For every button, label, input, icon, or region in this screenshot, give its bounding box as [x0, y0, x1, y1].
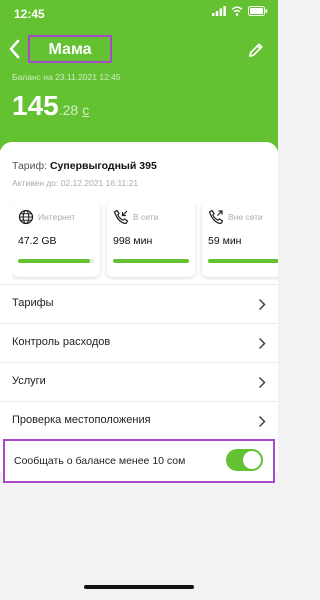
stat-label: Интернет: [38, 212, 76, 222]
usage-stats: Интернет 47.2 GB В сети 998 мин Вне сети: [12, 202, 278, 280]
balance-notify-toggle[interactable]: [226, 449, 263, 471]
chevron-right-icon: [258, 415, 266, 428]
stat-internet[interactable]: Интернет 47.2 GB: [12, 202, 100, 277]
stat-value: 998 мин: [113, 235, 153, 247]
back-icon[interactable]: [6, 38, 24, 60]
status-bar: 12:45: [0, 0, 278, 26]
progress-track: [18, 259, 94, 263]
menu-item-label: Проверка местоположения: [12, 414, 151, 426]
menu-item-expense-control[interactable]: Контроль расходов: [0, 323, 278, 362]
toggle-knob: [243, 451, 261, 469]
status-icons: [212, 6, 268, 16]
chevron-right-icon: [258, 337, 266, 350]
wifi-icon: [231, 6, 243, 16]
menu-item-label: Услуги: [12, 375, 46, 387]
stat-label: Вне сети: [228, 212, 263, 222]
globe-icon: [18, 209, 34, 225]
progress-fill: [18, 259, 91, 263]
menu-item-label: Тарифы: [12, 297, 54, 309]
phone-outgoing-icon: [208, 209, 224, 225]
tariff-line: Тариф: Супервыгодный 395: [12, 160, 157, 172]
menu-item-tariffs[interactable]: Тарифы: [0, 284, 278, 323]
title-highlight: Мама: [28, 35, 112, 63]
balance-notify-row: Сообщать о балансе менее 10 сом: [3, 439, 275, 483]
menu-list: Тарифы Контроль расходов Услуги Проверка…: [0, 284, 278, 440]
stat-value: 59 мин: [208, 235, 242, 247]
account-card: Тариф: Супервыгодный 395 Активен до: 02.…: [0, 142, 278, 472]
progress-fill: [208, 259, 278, 263]
balance-notify-label: Сообщать о балансе менее 10 сом: [14, 455, 186, 467]
menu-item-location-check[interactable]: Проверка местоположения: [0, 401, 278, 440]
progress-fill: [113, 259, 189, 263]
stat-in-network[interactable]: В сети 998 мин: [107, 202, 195, 277]
chevron-right-icon: [258, 298, 266, 311]
balance-integer: 145: [12, 90, 59, 121]
balance-amount: 145.28 с: [12, 90, 89, 122]
status-time: 12:45: [14, 7, 45, 21]
battery-icon: [248, 6, 268, 16]
balance-decimal: .28: [58, 102, 79, 118]
balance-date: Баланс на 23.11.2021 12:45: [12, 72, 121, 82]
progress-track: [208, 259, 278, 263]
balance-currency: с: [82, 102, 90, 118]
stat-value: 47.2 GB: [18, 235, 57, 247]
progress-track: [113, 259, 189, 263]
menu-item-label: Контроль расходов: [12, 336, 111, 348]
tariff-name[interactable]: Супервыгодный 395: [50, 160, 157, 172]
menu-item-services[interactable]: Услуги: [0, 362, 278, 401]
phone-incoming-icon: [113, 209, 129, 225]
chevron-right-icon: [258, 376, 266, 389]
page-title: Мама: [48, 41, 92, 58]
header: 12:45 Мама Баланс на 23.11.2021 12:45 14…: [0, 0, 278, 150]
tariff-active-until: Активен до: 02.12.2021 16:11:21: [12, 178, 139, 188]
tariff-prefix: Тариф:: [12, 160, 48, 172]
stat-out-network[interactable]: Вне сети 59 мин: [202, 202, 278, 277]
signal-icon: [212, 6, 226, 16]
pencil-icon[interactable]: [246, 40, 266, 60]
stat-label: В сети: [133, 212, 159, 222]
home-indicator: [84, 585, 194, 589]
